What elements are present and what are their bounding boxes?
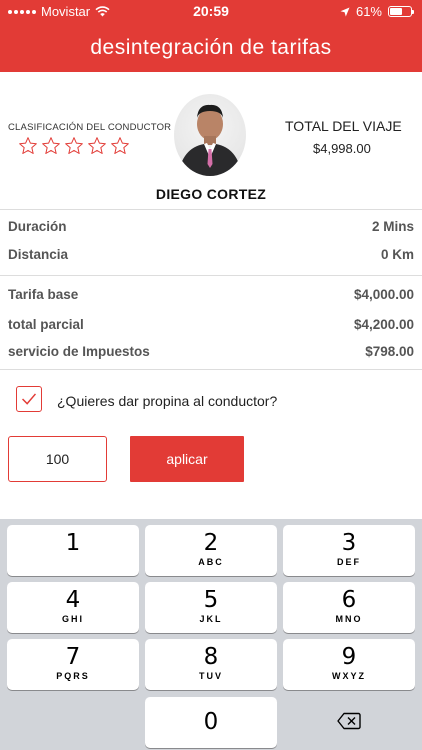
star-icon[interactable] (41, 136, 61, 156)
key-digit: 5 (203, 587, 219, 613)
tip-amount-input[interactable] (8, 436, 107, 482)
fare-value: $4,000.00 (353, 287, 414, 302)
key-letters: PQRS (56, 671, 90, 681)
tip-question: ¿Quieres dar propina al conductor? (57, 393, 278, 409)
status-bar: Movistar 20:59 61% (0, 0, 422, 22)
keypad-key-7[interactable]: 7 PQRS (7, 639, 139, 690)
keypad-key-1[interactable]: 1 (7, 525, 139, 576)
key-digit: 0 (203, 709, 219, 735)
divider (0, 275, 422, 276)
keypad-key-5[interactable]: 5 JKL (145, 582, 277, 633)
driver-avatar (174, 94, 246, 176)
key-digit: 2 (203, 530, 219, 556)
trip-total-value: $4,998.00 (313, 141, 371, 156)
keypad-key-2[interactable]: 2 ABC (145, 525, 277, 576)
star-icon[interactable] (110, 136, 130, 156)
key-digit: 1 (65, 530, 81, 556)
fare-label: servicio de Impuestos (8, 344, 150, 359)
key-digit: 7 (65, 644, 81, 670)
tip-checkbox[interactable] (16, 386, 42, 412)
detail-row-duration: Duración 2 Mins (8, 219, 414, 237)
location-arrow-icon (340, 7, 350, 16)
divider (0, 369, 422, 370)
detail-row-distance: Distancia 0 Km (8, 247, 414, 265)
detail-label: Duración (8, 219, 67, 234)
rating-stars[interactable] (18, 136, 130, 156)
key-digit: 8 (203, 644, 219, 670)
fare-row-subtotal: total parcial $4,200.00 (8, 317, 414, 335)
fare-value: $798.00 (365, 344, 414, 359)
key-letters: JKL (199, 614, 223, 624)
page-title: desintegración de tarifas (90, 36, 332, 59)
trip-total-label: TOTAL DEL VIAJE (285, 118, 402, 134)
key-digit: 3 (341, 530, 357, 556)
app-header: Movistar 20:59 61% desintegración de tar… (0, 0, 422, 72)
key-digit: 9 (341, 644, 357, 670)
key-digit: 6 (341, 587, 357, 613)
fare-label: total parcial (8, 317, 84, 332)
checkmark-icon (22, 393, 37, 405)
keypad-key-6[interactable]: 6 MNO (283, 582, 415, 633)
fare-row-taxes: servicio de Impuestos $798.00 (8, 344, 414, 362)
keypad-key-3[interactable]: 3 DEF (283, 525, 415, 576)
detail-label: Distancia (8, 247, 69, 262)
rating-label: CLASIFICACIÓN DEL CONDUCTOR (8, 122, 172, 133)
key-letters: GHI (61, 614, 84, 624)
driver-name: DIEGO CORTEZ (155, 186, 267, 202)
fare-value: $4,200.00 (353, 317, 414, 332)
fare-label: Tarifa base (8, 287, 79, 302)
keypad-key-0[interactable]: 0 (145, 697, 277, 748)
key-digit: 4 (65, 587, 81, 613)
detail-value: 0 Km (380, 247, 414, 262)
battery-icon (388, 6, 414, 17)
star-icon[interactable] (18, 136, 38, 156)
apply-tip-button[interactable]: aplicar (130, 436, 244, 482)
keypad-key-8[interactable]: 8 TUV (145, 639, 277, 690)
key-letters: DEF (337, 557, 361, 567)
backspace-icon (337, 712, 361, 730)
detail-value: 2 Mins (371, 219, 414, 234)
keypad-delete-button[interactable] (283, 697, 415, 748)
keypad-key-9[interactable]: 9 WXYZ (283, 639, 415, 690)
key-letters: WXYZ (332, 671, 366, 681)
key-letters: ABC (198, 557, 224, 567)
key-letters: TUV (199, 671, 223, 681)
battery-percent: 61% (355, 4, 382, 19)
star-icon[interactable] (64, 136, 84, 156)
fare-row-base: Tarifa base $4,000.00 (8, 287, 414, 305)
keypad-key-4[interactable]: 4 GHI (7, 582, 139, 633)
divider (0, 209, 422, 210)
star-icon[interactable] (87, 136, 107, 156)
key-letters: MNO (335, 614, 363, 624)
